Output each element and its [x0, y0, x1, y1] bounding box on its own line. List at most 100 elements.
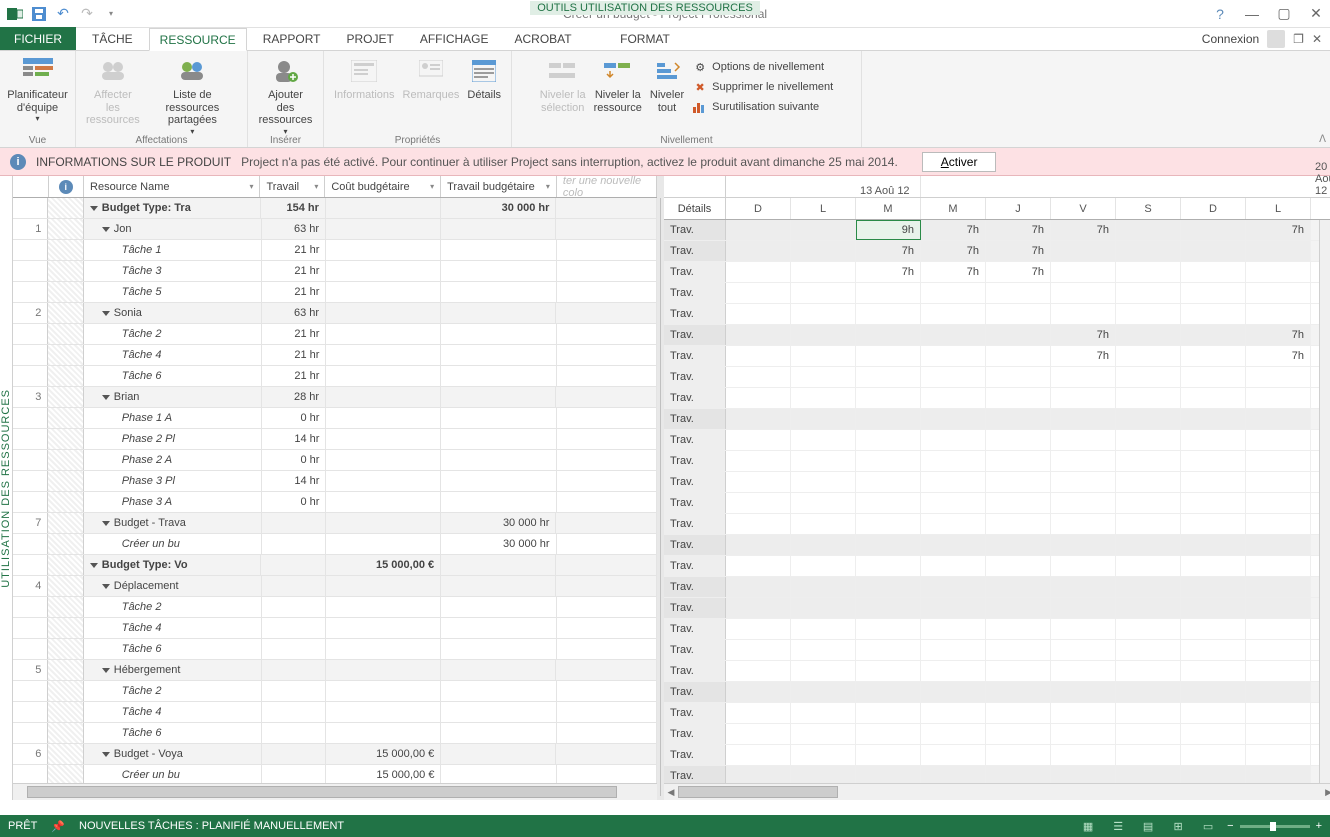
timephased-cell[interactable]: [726, 766, 791, 783]
zoom-out-icon[interactable]: −: [1227, 820, 1233, 832]
new-col-cell[interactable]: [556, 387, 657, 407]
timephased-cell[interactable]: [986, 472, 1051, 492]
resource-name-cell[interactable]: Phase 3 Pl: [84, 471, 262, 491]
resource-name-cell[interactable]: Tâche 6: [84, 639, 262, 659]
travail-cell[interactable]: [262, 618, 327, 638]
cout-budgetaire-cell[interactable]: [326, 576, 441, 596]
timephased-cell[interactable]: [1181, 556, 1246, 576]
resource-name-cell[interactable]: Tâche 6: [84, 366, 262, 386]
timephased-cell[interactable]: [726, 703, 791, 723]
timephased-cell[interactable]: [726, 241, 791, 261]
timephased-row[interactable]: Trav.: [664, 766, 1330, 783]
travail-budgetaire-cell[interactable]: [441, 219, 556, 239]
travail-cell[interactable]: 21 hr: [262, 282, 327, 302]
travail-budgetaire-cell[interactable]: [441, 429, 556, 449]
table-row[interactable]: 7Budget - Trava30 000 hr: [13, 513, 657, 534]
cout-budgetaire-cell[interactable]: [326, 387, 441, 407]
cout-budgetaire-cell[interactable]: [326, 219, 441, 239]
timephased-cell[interactable]: [1246, 409, 1311, 429]
timephased-cell[interactable]: [726, 556, 791, 576]
timephased-cell[interactable]: [791, 409, 856, 429]
resource-name-cell[interactable]: Sonia: [84, 303, 262, 323]
timephased-cell[interactable]: [1116, 745, 1181, 765]
info-header[interactable]: i: [49, 176, 85, 197]
timephased-cell[interactable]: 7h: [1051, 325, 1116, 345]
timephased-cell[interactable]: [1051, 535, 1116, 555]
timephased-cell[interactable]: [791, 598, 856, 618]
timephased-cell[interactable]: [726, 598, 791, 618]
timephased-cell[interactable]: [986, 493, 1051, 513]
view-shortcut-5-icon[interactable]: ▭: [1197, 818, 1219, 834]
table-row[interactable]: Tâche 6: [13, 639, 657, 660]
timephased-cell[interactable]: [1051, 682, 1116, 702]
timephased-cell[interactable]: [1116, 661, 1181, 681]
timephased-cell[interactable]: [791, 283, 856, 303]
travail-budgetaire-cell[interactable]: [441, 366, 556, 386]
day-header[interactable]: D: [1181, 198, 1246, 219]
timephased-row[interactable]: Trav.: [664, 514, 1330, 535]
timephased-cell[interactable]: [726, 577, 791, 597]
timephased-cell[interactable]: [726, 493, 791, 513]
timephased-cell[interactable]: [1051, 430, 1116, 450]
timephased-cell[interactable]: [1051, 283, 1116, 303]
timephased-row[interactable]: Trav.: [664, 661, 1330, 682]
timephased-row[interactable]: Trav.7h7h7h: [664, 241, 1330, 262]
timephased-cell[interactable]: [1181, 535, 1246, 555]
level-options-button[interactable]: ⚙Options de nivellement: [688, 57, 837, 77]
timephased-cell[interactable]: [1051, 262, 1116, 282]
timephased-cell[interactable]: [1181, 745, 1246, 765]
timephased-cell[interactable]: [856, 682, 921, 702]
timephased-cell[interactable]: [726, 472, 791, 492]
travail-budgetaire-cell[interactable]: [441, 282, 556, 302]
timephased-cell[interactable]: [726, 661, 791, 681]
travail-budgetaire-cell[interactable]: 30 000 hr: [441, 513, 556, 533]
timephased-cell[interactable]: [986, 451, 1051, 471]
timephased-cell[interactable]: [1246, 745, 1311, 765]
timephased-cell[interactable]: [1181, 220, 1246, 240]
timephased-cell[interactable]: [1246, 535, 1311, 555]
row-number[interactable]: [13, 198, 48, 218]
timephased-cell[interactable]: [856, 577, 921, 597]
timephased-cell[interactable]: [791, 325, 856, 345]
timephased-cell[interactable]: [1116, 619, 1181, 639]
table-row[interactable]: Tâche 321 hr: [13, 261, 657, 282]
timephased-cell[interactable]: [791, 724, 856, 744]
timephased-cell[interactable]: [1246, 577, 1311, 597]
timephased-cell[interactable]: [791, 661, 856, 681]
scroll-left-icon[interactable]: ◀: [664, 786, 678, 798]
timephased-cell[interactable]: [1116, 703, 1181, 723]
new-col-cell[interactable]: [557, 450, 657, 470]
timephased-cell[interactable]: [726, 619, 791, 639]
cout-budgetaire-cell[interactable]: [326, 366, 441, 386]
tab-affichage[interactable]: AFFICHAGE: [410, 27, 499, 50]
timephased-cell[interactable]: [856, 514, 921, 534]
row-number[interactable]: 6: [13, 744, 48, 764]
cout-budgetaire-cell[interactable]: [326, 597, 441, 617]
timephased-cell[interactable]: [1246, 514, 1311, 534]
timephased-cell[interactable]: [1246, 703, 1311, 723]
timephased-cell[interactable]: [791, 472, 856, 492]
resource-name-cell[interactable]: Phase 2 A: [84, 450, 262, 470]
timephased-cell[interactable]: 7h: [921, 220, 986, 240]
timephased-cell[interactable]: [1051, 703, 1116, 723]
table-row[interactable]: 1Jon63 hr: [13, 219, 657, 240]
travail-cell[interactable]: [262, 702, 327, 722]
row-number[interactable]: 3: [13, 387, 48, 407]
timephased-row[interactable]: Trav.: [664, 367, 1330, 388]
timephased-cell[interactable]: [921, 514, 986, 534]
timephased-cell[interactable]: [726, 724, 791, 744]
row-number[interactable]: [13, 366, 48, 386]
row-number[interactable]: [13, 345, 48, 365]
timephased-cell[interactable]: [986, 430, 1051, 450]
timephased-cell[interactable]: [921, 535, 986, 555]
timephased-cell[interactable]: [791, 745, 856, 765]
new-col-cell[interactable]: [557, 597, 657, 617]
timephased-cell[interactable]: [1116, 430, 1181, 450]
timephased-cell[interactable]: [1246, 262, 1311, 282]
timephased-cell[interactable]: [921, 493, 986, 513]
travail-budgetaire-cell[interactable]: [441, 240, 556, 260]
timephased-cell[interactable]: [1116, 535, 1181, 555]
new-col-cell[interactable]: [557, 534, 657, 554]
zoom-in-icon[interactable]: +: [1316, 820, 1322, 832]
timephased-cell[interactable]: [986, 388, 1051, 408]
